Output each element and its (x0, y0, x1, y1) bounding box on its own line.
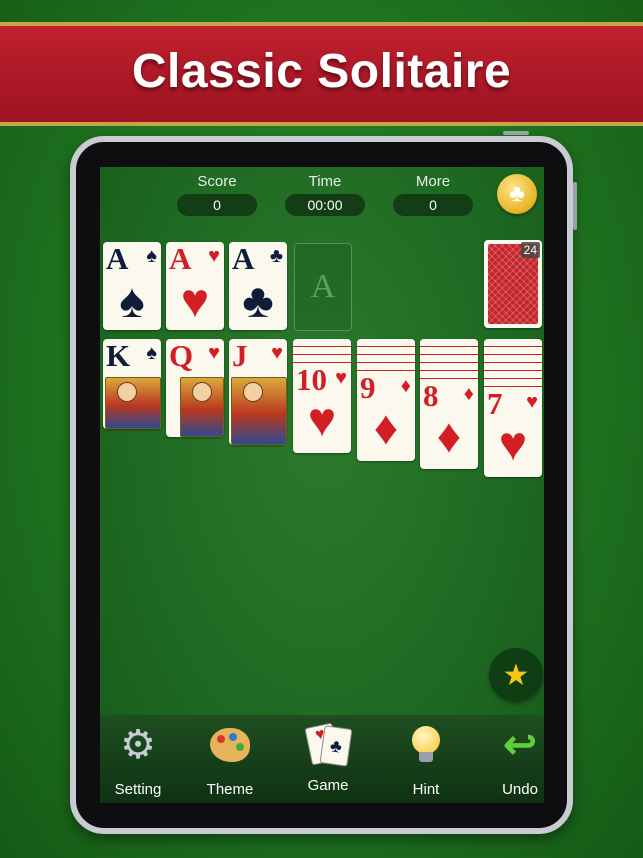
hint-label: Hint (412, 781, 440, 798)
tablet-volume-button (573, 182, 577, 230)
tableau-nine-diamonds[interactable]: 9 ♦ ♦ (357, 339, 415, 461)
club-icon[interactable]: ♣ (497, 174, 537, 214)
stock-count: 24 (520, 242, 540, 258)
card-rank: 9 (360, 370, 376, 405)
card-rank: A (169, 242, 192, 276)
stacked-card-edge (484, 339, 542, 347)
diamond-icon: ♦ (436, 410, 462, 463)
score-value: 0 (177, 194, 257, 216)
card-rank: 8 (423, 378, 439, 413)
jack-face-art (231, 377, 287, 445)
theme-label: Theme (206, 781, 254, 798)
time-label: Time (308, 173, 342, 190)
stacked-card-edge (484, 355, 542, 363)
title-banner: Classic Solitaire (0, 22, 643, 126)
tableau-king-spades[interactable]: K ♠ (103, 339, 161, 429)
stacked-card-edge (484, 363, 542, 371)
tableau-eight-diamonds[interactable]: 8 ♦ ♦ (420, 339, 478, 469)
heart-icon: ♥ (271, 342, 283, 364)
spade-icon: ♠ (119, 275, 145, 328)
palette-icon (190, 719, 270, 771)
heart-icon: ♥ (208, 342, 220, 364)
game-button[interactable]: ♥ ♣ Game (288, 719, 368, 794)
moves-stat: More 0 (393, 173, 473, 216)
club-icon: ♣ (269, 245, 283, 267)
stacked-card-edge (484, 347, 542, 355)
stock-pile[interactable]: 24 (484, 240, 542, 328)
tableau-queen-hearts[interactable]: Q ♥ (166, 339, 224, 437)
card-rank: J (232, 339, 248, 373)
foundation-empty-slot[interactable]: A (294, 243, 352, 331)
moves-label: More (415, 173, 451, 190)
card-rank: Q (169, 339, 194, 373)
card-rank: A (106, 242, 129, 276)
heart-icon: ♥ (208, 245, 220, 267)
score-label: Score (197, 173, 237, 190)
app-title: Classic Solitaire (131, 45, 512, 98)
lightbulb-icon (386, 719, 466, 771)
time-value: 00:00 (285, 194, 365, 216)
spade-icon: ♠ (146, 342, 157, 364)
card-rank: 10 (296, 362, 327, 397)
foundation-spades[interactable]: A ♠ ♠ (103, 242, 161, 330)
tableau-ten-hearts[interactable]: 10 ♥ ♥ (293, 339, 351, 453)
game-screen: Score 0 Time 00:00 More 0 ♣ A ♠ ♠ A ♥ ♥ … (100, 167, 544, 803)
king-face-art (105, 377, 161, 429)
tablet-side-button (503, 131, 529, 135)
setting-label: Setting (114, 781, 162, 798)
stacked-card-edge (357, 347, 415, 355)
tableau-seven-hearts[interactable]: 7 ♥ ♥ (484, 339, 542, 477)
time-stat: Time 00:00 (285, 173, 365, 216)
stacked-card-edge (420, 339, 478, 347)
heart-icon: ♥ (180, 275, 210, 328)
card-rank: A (232, 242, 255, 276)
stacked-card-edge (357, 339, 415, 347)
magic-wand-icon[interactable]: ★ (489, 648, 543, 702)
game-label: Game (307, 777, 349, 794)
heart-icon: ♥ (526, 391, 538, 413)
bottom-toolbar: ⚙ Setting Theme ♥ ♣ Game Hint ↩ Undo (100, 715, 544, 803)
score-stat: Score 0 (177, 173, 257, 216)
diamond-icon: ♦ (400, 375, 411, 397)
stacked-card-edge (420, 355, 478, 363)
undo-arrow-icon: ↩ (503, 723, 537, 767)
heart-icon: ♥ (335, 367, 347, 389)
foundation-hearts[interactable]: A ♥ ♥ (166, 242, 224, 330)
club-icon: ♣ (242, 275, 274, 328)
heart-icon: ♥ (307, 394, 337, 447)
tableau-jack-hearts[interactable]: J ♥ (229, 339, 287, 445)
stacked-card-edge (293, 347, 351, 355)
queen-face-art (180, 377, 224, 437)
stacked-card-edge (484, 371, 542, 379)
stacked-card-edge (420, 347, 478, 355)
foundation-clubs[interactable]: A ♣ ♣ (229, 242, 287, 330)
heart-icon: ♥ (498, 418, 528, 471)
diamond-icon: ♦ (373, 402, 399, 455)
stacked-card-edge (293, 339, 351, 347)
stacked-card-edge (420, 363, 478, 371)
card-rank: 7 (487, 386, 503, 421)
undo-label: Undo (502, 781, 538, 798)
cards-icon: ♥ ♣ (288, 719, 368, 771)
stacked-card-edge (357, 355, 415, 363)
diamond-icon: ♦ (463, 383, 474, 405)
empty-slot-label: A (310, 268, 336, 305)
spade-icon: ♠ (146, 245, 157, 267)
theme-button[interactable]: Theme (190, 719, 270, 798)
hint-button[interactable]: Hint (386, 719, 466, 798)
gear-icon: ⚙ (120, 723, 156, 767)
setting-button[interactable]: ⚙ Setting (100, 719, 178, 798)
card-rank: K (106, 339, 131, 373)
undo-button[interactable]: ↩ Undo (480, 719, 544, 798)
moves-value: 0 (393, 194, 473, 216)
